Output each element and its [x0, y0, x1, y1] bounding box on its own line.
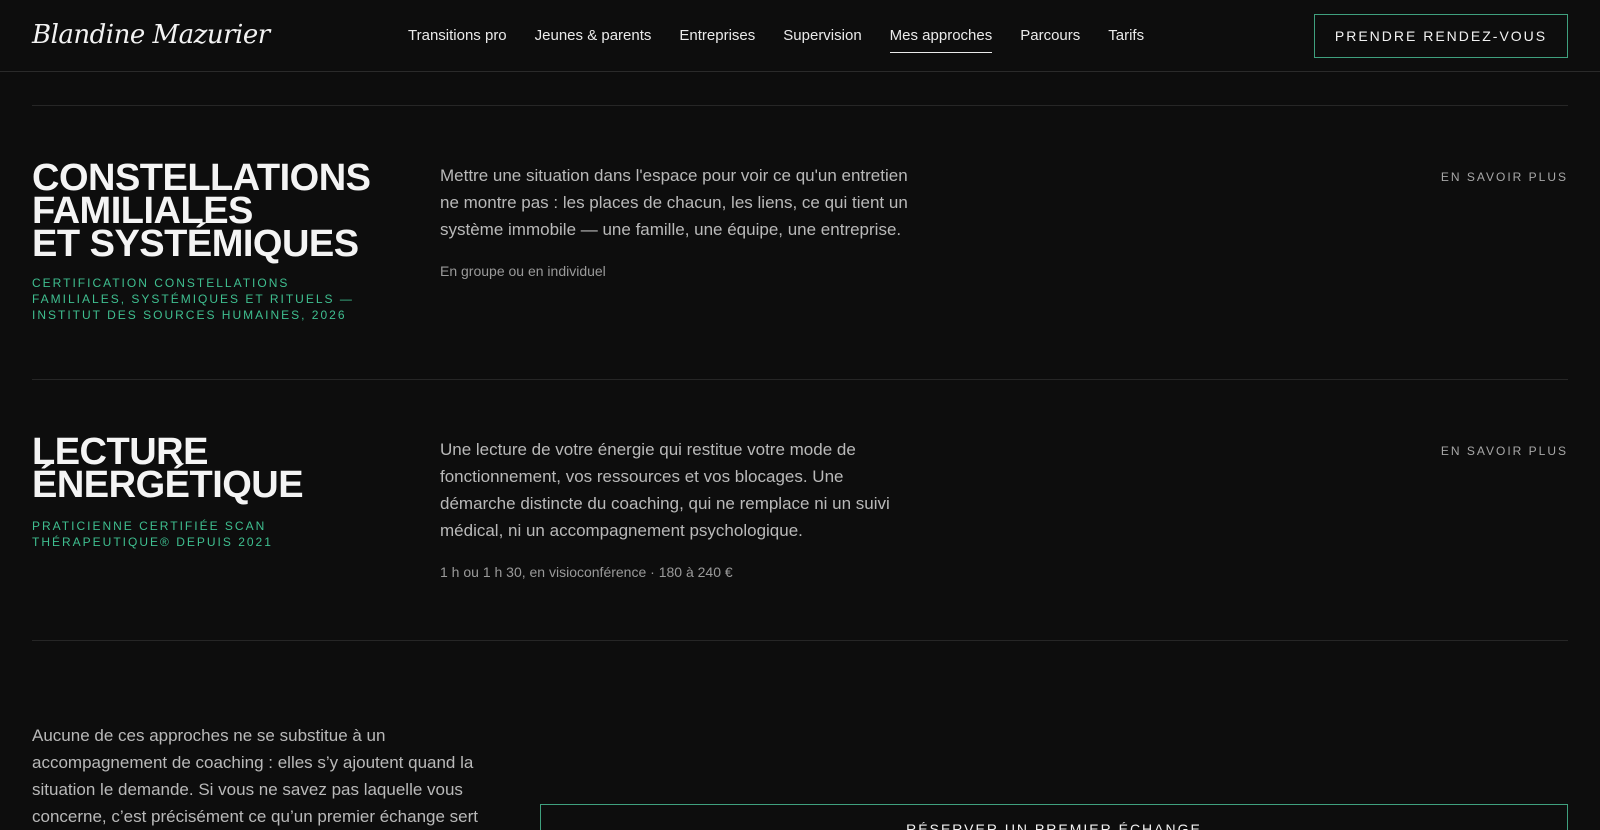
nav-item-entreprises[interactable]: Entreprises [679, 27, 755, 46]
nav-item-tarifs[interactable]: Tarifs [1108, 27, 1144, 46]
book-appointment-button[interactable]: PRENDRE RENDEZ-VOUS [1314, 14, 1568, 58]
site-header: Blandine Mazurier Transitions pro Jeunes… [0, 0, 1600, 72]
disclaimer-text: Aucune de ces approches ne se substitue … [32, 726, 479, 826]
book-first-exchange-button[interactable]: RÉSERVER UN PREMIER ÉCHANGE [540, 804, 1568, 830]
main-nav: Transitions pro Jeunes & parents Entrepr… [408, 0, 1172, 72]
divider [32, 640, 1568, 641]
nav-item-supervision[interactable]: Supervision [783, 27, 861, 46]
section-meta: 1 h ou 1 h 30, en visioconférence · 180 … [440, 564, 733, 580]
nav-item-mes-approches[interactable]: Mes approches [889, 27, 992, 53]
section-title: Lecture énergétique [32, 431, 304, 506]
learn-more-link[interactable]: EN SAVOIR PLUS [1441, 170, 1568, 184]
learn-more-link[interactable]: EN SAVOIR PLUS [1441, 444, 1568, 458]
section-meta: En groupe ou en individuel [440, 263, 606, 279]
approach-section-energetique: Lecture énergétique Praticienne certifié… [32, 431, 1568, 596]
section-certification: Certification constellations familiales,… [32, 276, 354, 322]
divider [32, 105, 1568, 106]
nav-item-parcours[interactable]: Parcours [1020, 27, 1080, 46]
section-description: Une lecture de votre énergie qui restitu… [440, 440, 890, 540]
nav-item-transitions-pro[interactable]: Transitions pro [408, 27, 507, 46]
section-description: Mettre une situation dans l'espace pour … [440, 166, 908, 239]
logo[interactable]: Blandine Mazurier [32, 14, 270, 56]
nav-item-jeunes-parents[interactable]: Jeunes & parents [535, 27, 652, 46]
section-certification: Praticienne certifiée Scan Thérapeutique… [32, 519, 273, 549]
approach-section-constellations: Constellations familiales et systémiques… [32, 157, 1568, 332]
divider [32, 379, 1568, 380]
section-title: Constellations familiales et systémiques [32, 157, 371, 265]
